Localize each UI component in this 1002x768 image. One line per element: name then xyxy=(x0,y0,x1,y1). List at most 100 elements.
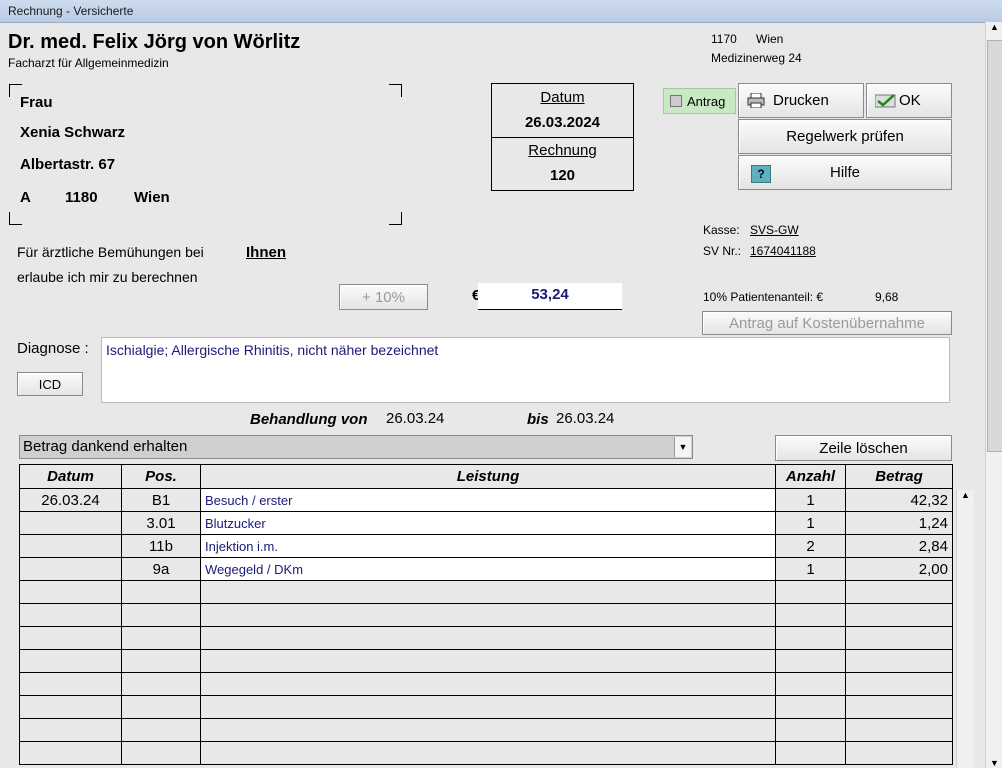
window-scrollbar[interactable]: ▲ ▼ xyxy=(985,22,1002,768)
cell-anzahl[interactable] xyxy=(775,741,846,765)
cell-pos[interactable] xyxy=(121,718,201,742)
invoice-number: 120 xyxy=(549,167,576,184)
cell-betrag[interactable] xyxy=(845,649,953,673)
table-row[interactable]: 11b Injektion i.m. 2 2,84 xyxy=(19,534,953,558)
sv-nr-value[interactable]: 1674041188 xyxy=(750,244,816,258)
table-row[interactable]: 26.03.24 B1 Besuch / erster 1 42,32 xyxy=(19,488,953,512)
table-row[interactable] xyxy=(19,603,953,627)
cell-datum[interactable] xyxy=(19,649,122,673)
cell-betrag[interactable]: 42,32 xyxy=(845,488,953,512)
table-row[interactable] xyxy=(19,741,953,765)
cell-pos[interactable] xyxy=(121,580,201,604)
cell-anzahl[interactable] xyxy=(775,695,846,719)
cell-datum[interactable] xyxy=(19,603,122,627)
treatment-to-date[interactable]: 26.03.24 xyxy=(556,410,614,427)
cell-anzahl[interactable]: 1 xyxy=(775,511,846,535)
cell-pos[interactable] xyxy=(121,603,201,627)
cell-betrag[interactable] xyxy=(845,672,953,696)
table-row[interactable] xyxy=(19,626,953,650)
kasse-value[interactable]: SVS-GW xyxy=(750,223,799,237)
cell-leistung[interactable]: Besuch / erster xyxy=(200,488,776,512)
table-row[interactable] xyxy=(19,695,953,719)
cell-anzahl[interactable] xyxy=(775,649,846,673)
plus10-button[interactable]: + 10% xyxy=(339,284,428,310)
check-rules-button[interactable]: Regelwerk prüfen xyxy=(738,119,952,154)
cell-pos[interactable] xyxy=(121,672,201,696)
help-button[interactable]: ? Hilfe xyxy=(738,155,952,190)
window-scroll-up-icon[interactable]: ▲ xyxy=(986,22,1002,32)
table-row[interactable] xyxy=(19,718,953,742)
cell-betrag[interactable] xyxy=(845,626,953,650)
window-title: Rechnung - Versicherte xyxy=(8,4,134,18)
cell-anzahl[interactable] xyxy=(775,580,846,604)
cell-leistung[interactable] xyxy=(200,626,776,650)
cell-leistung[interactable] xyxy=(200,695,776,719)
cell-pos[interactable] xyxy=(121,649,201,673)
cell-leistung[interactable] xyxy=(200,718,776,742)
table-row[interactable]: 9a Wegegeld / DKm 1 2,00 xyxy=(19,557,953,581)
cell-anzahl[interactable] xyxy=(775,718,846,742)
cell-betrag[interactable] xyxy=(845,695,953,719)
cost-request-button[interactable]: Antrag auf Kostenübernahme xyxy=(702,311,952,335)
antrag-toggle[interactable]: Antrag xyxy=(663,88,736,114)
cell-anzahl[interactable]: 1 xyxy=(775,557,846,581)
cell-betrag[interactable]: 1,24 xyxy=(845,511,953,535)
cell-pos[interactable] xyxy=(121,626,201,650)
treatment-from-date[interactable]: 26.03.24 xyxy=(386,410,444,427)
cell-anzahl[interactable] xyxy=(775,603,846,627)
print-label: Drucken xyxy=(773,92,829,109)
cell-datum[interactable]: 26.03.24 xyxy=(19,488,122,512)
table-row[interactable] xyxy=(19,580,953,604)
cell-betrag[interactable] xyxy=(845,741,953,765)
recipient-pronoun: Ihnen xyxy=(246,244,286,261)
cell-datum[interactable] xyxy=(19,557,122,581)
help-icon: ? xyxy=(751,165,771,183)
cell-leistung[interactable]: Injektion i.m. xyxy=(200,534,776,558)
cell-pos[interactable] xyxy=(121,741,201,765)
cell-datum[interactable] xyxy=(19,718,122,742)
cell-pos[interactable]: 9a xyxy=(121,557,201,581)
cell-anzahl[interactable]: 1 xyxy=(775,488,846,512)
cell-datum[interactable] xyxy=(19,672,122,696)
cell-datum[interactable] xyxy=(19,511,122,535)
cell-anzahl[interactable] xyxy=(775,626,846,650)
delete-row-button[interactable]: Zeile löschen xyxy=(775,435,952,461)
window-scroll-down-icon[interactable]: ▼ xyxy=(986,758,1002,768)
cell-leistung[interactable] xyxy=(200,580,776,604)
icd-button[interactable]: ICD xyxy=(17,372,83,396)
ok-button[interactable]: OK xyxy=(866,83,952,118)
table-row[interactable] xyxy=(19,649,953,673)
dropdown-arrow-icon[interactable]: ▼ xyxy=(674,437,691,457)
cell-leistung[interactable] xyxy=(200,603,776,627)
cell-pos[interactable]: B1 xyxy=(121,488,201,512)
diagnose-input[interactable]: Ischialgie; Allergische Rhinitis, nicht … xyxy=(101,337,950,403)
cell-leistung[interactable] xyxy=(200,741,776,765)
patient-country: A xyxy=(20,189,31,206)
table-row[interactable] xyxy=(19,672,953,696)
cell-anzahl[interactable]: 2 xyxy=(775,534,846,558)
cell-pos[interactable] xyxy=(121,695,201,719)
cell-leistung[interactable]: Blutzucker xyxy=(200,511,776,535)
payment-dropdown[interactable]: Betrag dankend erhalten ▼ xyxy=(19,435,693,459)
table-scroll-up-icon[interactable]: ▲ xyxy=(957,490,974,500)
cell-leistung[interactable]: Wegegeld / DKm xyxy=(200,557,776,581)
cell-datum[interactable] xyxy=(19,626,122,650)
cell-betrag[interactable] xyxy=(845,603,953,627)
cell-betrag[interactable]: 2,84 xyxy=(845,534,953,558)
cell-datum[interactable] xyxy=(19,695,122,719)
cell-leistung[interactable] xyxy=(200,672,776,696)
cell-pos[interactable]: 11b xyxy=(121,534,201,558)
cell-leistung[interactable] xyxy=(200,649,776,673)
table-row[interactable]: 3.01 Blutzucker 1 1,24 xyxy=(19,511,953,535)
cell-betrag[interactable] xyxy=(845,718,953,742)
cell-datum[interactable] xyxy=(19,580,122,604)
cell-datum[interactable] xyxy=(19,741,122,765)
cell-anzahl[interactable] xyxy=(775,672,846,696)
cell-betrag[interactable]: 2,00 xyxy=(845,557,953,581)
cell-datum[interactable] xyxy=(19,534,122,558)
cell-betrag[interactable] xyxy=(845,580,953,604)
table-scrollbar[interactable]: ▲ xyxy=(956,490,974,768)
print-button[interactable]: Drucken xyxy=(738,83,864,118)
cell-pos[interactable]: 3.01 xyxy=(121,511,201,535)
window-scroll-thumb[interactable] xyxy=(987,40,1002,452)
